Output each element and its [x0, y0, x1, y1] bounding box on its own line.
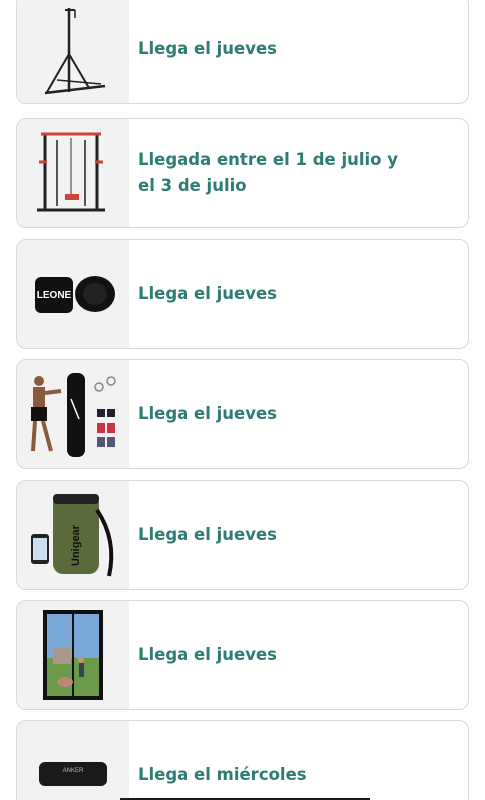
- list-item[interactable]: LEONE Llega el jueves: [16, 239, 469, 349]
- delivery-text[interactable]: Llega el miércoles: [129, 762, 367, 788]
- delivery-text[interactable]: Llegada entre el 1 de julio y el 3 de ju…: [129, 147, 468, 199]
- product-image[interactable]: [17, 0, 129, 103]
- delivery-text[interactable]: Llega el jueves: [129, 281, 337, 307]
- product-image[interactable]: LEONE: [17, 240, 129, 348]
- punching-bag-set-image: [31, 373, 116, 457]
- delivery-text[interactable]: Llega el jueves: [129, 401, 337, 427]
- list-item[interactable]: Llega el jueves: [16, 0, 469, 104]
- power-rack-image: [37, 132, 105, 212]
- freestanding-bag-stand-image: [44, 8, 106, 95]
- delivery-text[interactable]: Llega el jueves: [129, 642, 337, 668]
- list-item[interactable]: Llega el jueves: [16, 359, 469, 469]
- unigear-logo: Unigear: [70, 524, 82, 566]
- delivery-text[interactable]: Llega el jueves: [129, 522, 337, 548]
- anker-speaker-image: ANKER: [39, 762, 107, 786]
- list-item[interactable]: Llega el jueves: [16, 600, 469, 710]
- magnetic-screen-door-image: [43, 610, 103, 700]
- list-item[interactable]: ANKER Llega el miércoles: [16, 720, 469, 800]
- unigear-dry-bag-image: Unigear: [31, 494, 114, 577]
- leone-hand-wraps-image: LEONE: [35, 276, 115, 313]
- product-image[interactable]: [17, 601, 129, 709]
- list-item[interactable]: Llegada entre el 1 de julio y el 3 de ju…: [16, 118, 469, 228]
- delivery-list: Llega el jueves Llegada entre el 1 de ju…: [0, 0, 485, 800]
- product-image[interactable]: ANKER: [17, 721, 129, 800]
- product-image[interactable]: [17, 360, 129, 468]
- list-item[interactable]: Unigear Llega el jueves: [16, 480, 469, 590]
- anker-logo: ANKER: [63, 768, 84, 774]
- leone-logo: LEONE: [37, 290, 72, 301]
- product-image[interactable]: Unigear: [17, 481, 129, 589]
- product-image[interactable]: [17, 119, 129, 227]
- delivery-text[interactable]: Llega el jueves: [129, 36, 337, 62]
